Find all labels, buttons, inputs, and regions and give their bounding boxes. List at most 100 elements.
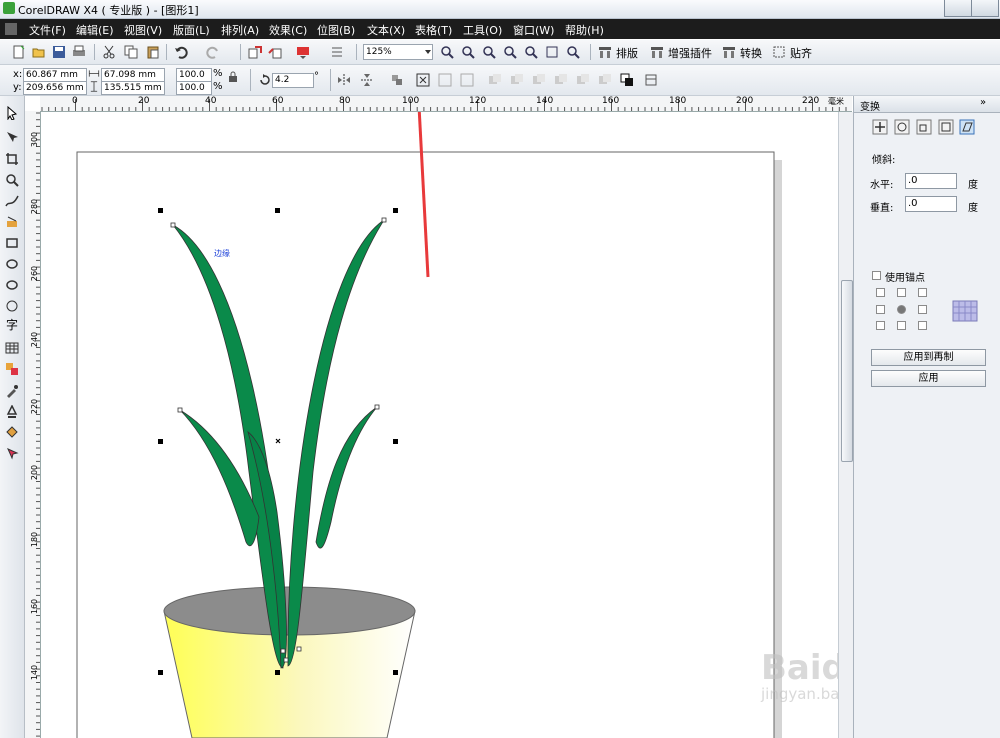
rotation-field[interactable]: 4.2 <box>272 73 314 88</box>
basic-shapes-tool-icon[interactable] <box>5 299 19 313</box>
rectangle-tool-icon[interactable] <box>5 236 19 250</box>
drawing-canvas[interactable]: 边缘 Baidu经验 jingyan.baidu.com <box>41 112 838 738</box>
application-launcher-icon[interactable] <box>296 45 310 59</box>
intersect-icon[interactable] <box>460 73 474 87</box>
scale-y-field[interactable]: 100.0 <box>176 81 212 95</box>
convert-button[interactable]: 转换 <box>740 45 762 61</box>
zoom-all-icon[interactable] <box>503 45 517 59</box>
import-icon[interactable] <box>248 45 262 59</box>
apply-button[interactable]: 应用 <box>871 370 986 387</box>
convert-to-curves-icon[interactable] <box>644 73 658 87</box>
apply-to-duplicate-button[interactable]: 应用到再制 <box>871 349 986 366</box>
scrollbar-thumb[interactable] <box>841 280 853 462</box>
break-apart-icon[interactable] <box>598 73 612 87</box>
menu-table[interactable]: 表格(T) <box>415 22 452 38</box>
blend-tool-icon[interactable] <box>5 362 19 376</box>
group-icon[interactable] <box>620 73 634 87</box>
smart-fill-tool-icon[interactable] <box>5 215 19 229</box>
save-icon[interactable] <box>52 45 66 59</box>
anchor-grid[interactable] <box>876 288 936 338</box>
menu-effects[interactable]: 效果(C) <box>269 22 307 38</box>
welcome-icon[interactable] <box>330 45 344 59</box>
zoom-page-icon[interactable] <box>524 45 538 59</box>
collapse-icon[interactable]: » <box>980 97 986 108</box>
vertical-scrollbar[interactable] <box>838 112 853 738</box>
layout-button[interactable]: 排版 <box>616 45 638 61</box>
menu-layout[interactable]: 版面(L) <box>173 22 210 38</box>
ellipse-tool-icon[interactable] <box>5 257 19 271</box>
menu-file[interactable]: 文件(F) <box>29 22 66 38</box>
position-icon[interactable] <box>872 119 888 135</box>
zoom-selected-icon[interactable] <box>482 45 496 59</box>
layout-icon[interactable] <box>598 45 612 59</box>
text-tool-icon[interactable]: 字 <box>5 318 19 332</box>
plugins-button[interactable]: 增强插件 <box>668 45 712 61</box>
undo-icon[interactable] <box>174 45 188 59</box>
zoom-in-icon[interactable] <box>440 45 454 59</box>
create-boundary-icon[interactable] <box>554 73 568 87</box>
crop-tool-icon[interactable] <box>5 152 19 166</box>
shape-tool-icon[interactable] <box>5 130 19 144</box>
vertical-skew-input[interactable]: .0 <box>905 196 957 212</box>
snap-icon[interactable] <box>772 45 786 59</box>
menu-view[interactable]: 视图(V) <box>124 22 162 38</box>
front-minus-back-icon[interactable] <box>510 73 524 87</box>
polygon-tool-icon[interactable] <box>5 278 19 292</box>
plugins-icon[interactable] <box>650 45 664 59</box>
zoom-tool-icon[interactable] <box>5 173 19 187</box>
use-anchor-checkbox[interactable] <box>872 271 881 280</box>
horizontal-ruler[interactable]: 0 20 40 60 80 100 120 140 160 180 200 22… <box>40 96 852 112</box>
back-minus-front-icon[interactable] <box>532 73 546 87</box>
document-icon[interactable] <box>5 23 17 35</box>
x-position-field[interactable]: 60.867 mm <box>23 68 87 82</box>
maximize-button[interactable] <box>971 0 999 17</box>
pick-tool-icon[interactable] <box>5 106 19 120</box>
zoom-height-icon[interactable] <box>566 45 580 59</box>
table-tool-icon[interactable] <box>5 341 19 355</box>
snap-button[interactable]: 贴齐 <box>790 45 812 61</box>
outline-tool-icon[interactable] <box>5 405 19 419</box>
menu-edit[interactable]: 编辑(E) <box>76 22 114 38</box>
vertical-ruler[interactable]: 300 280 260 240 220 200 180 160 140 <box>25 111 41 738</box>
weld-icon[interactable] <box>416 73 430 87</box>
copy-icon[interactable] <box>124 45 138 59</box>
menu-bitmaps[interactable]: 位图(B) <box>317 22 355 38</box>
minimize-button[interactable] <box>944 0 972 17</box>
menu-window[interactable]: 窗口(W) <box>513 22 554 38</box>
zoom-width-icon[interactable] <box>545 45 559 59</box>
horizontal-skew-input[interactable]: .0 <box>905 173 957 189</box>
redo-icon[interactable] <box>206 45 220 59</box>
mirror-vertical-icon[interactable] <box>360 73 374 87</box>
trim-icon[interactable] <box>438 73 452 87</box>
rotate-transform-icon[interactable] <box>894 119 910 135</box>
y-position-field[interactable]: 209.656 mm <box>23 81 87 95</box>
combine-icon[interactable] <box>576 73 590 87</box>
new-document-icon[interactable] <box>12 45 26 59</box>
scale-mirror-icon[interactable] <box>916 119 932 135</box>
lock-ratio-icon[interactable] <box>228 71 238 83</box>
menu-help[interactable]: 帮助(H) <box>565 22 604 38</box>
freehand-tool-icon[interactable] <box>5 194 19 208</box>
menu-tools[interactable]: 工具(O) <box>463 22 502 38</box>
height-field[interactable]: 135.515 mm <box>101 81 165 95</box>
scale-x-field[interactable]: 100.0 <box>176 68 212 82</box>
chevron-down-icon[interactable] <box>421 45 435 59</box>
size-icon[interactable] <box>938 119 954 135</box>
mirror-horizontal-icon[interactable] <box>337 73 351 87</box>
convert-icon[interactable] <box>722 45 736 59</box>
menu-text[interactable]: 文本(X) <box>367 22 405 38</box>
align-icon[interactable] <box>390 73 404 87</box>
eyedropper-tool-icon[interactable] <box>5 384 19 398</box>
zoom-out-icon[interactable] <box>461 45 475 59</box>
width-field[interactable]: 67.098 mm <box>101 68 165 82</box>
interactive-fill-tool-icon[interactable] <box>5 447 19 461</box>
open-folder-icon[interactable] <box>32 45 46 59</box>
print-icon[interactable] <box>72 45 86 59</box>
fill-tool-icon[interactable] <box>5 426 19 440</box>
skew-icon[interactable] <box>959 119 975 135</box>
menu-arrange[interactable]: 排列(A) <box>221 22 259 38</box>
export-icon[interactable] <box>268 45 282 59</box>
simplify-icon[interactable] <box>488 73 502 87</box>
cut-icon[interactable] <box>102 45 116 59</box>
paste-icon[interactable] <box>146 45 160 59</box>
